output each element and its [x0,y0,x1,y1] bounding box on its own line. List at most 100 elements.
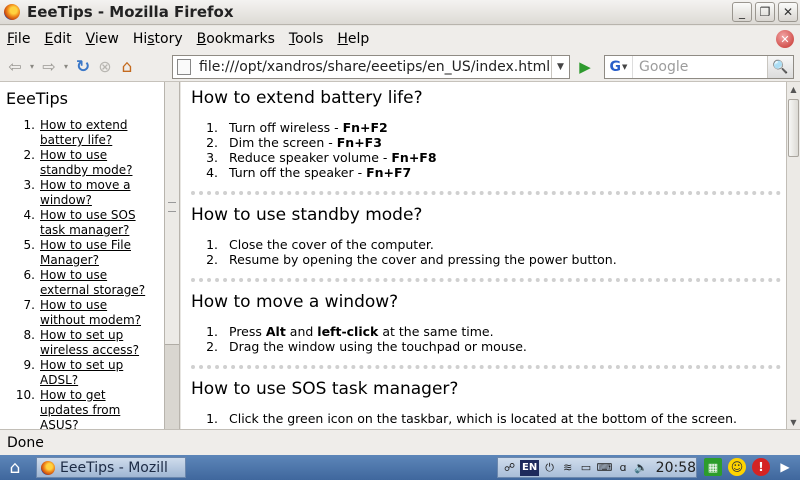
close-tab-icon[interactable]: ✕ [776,30,794,48]
back-history-dropdown[interactable]: ▾ [26,62,38,71]
shutdown-icon[interactable]: ! [752,458,770,476]
sidebar-item: 3. How to move a window? [0,178,164,208]
url-bar[interactable]: file:///opt/xandros/share/eeetips/en_US/… [172,55,570,79]
home-button[interactable]: ⌂ [116,56,138,78]
frame-splitter[interactable] [165,82,180,429]
google-icon: G [609,59,622,75]
menu-history[interactable]: History [126,31,190,47]
step-item: 3. Reduce speaker volume - Fn+F8 [206,150,437,165]
keyboard-icon[interactable]: ⌨ [596,460,612,476]
sidebar-link[interactable]: How to use external storage? [40,268,155,298]
page-icon [177,59,191,75]
maximize-button[interactable]: ❐ [755,2,775,22]
menu-help[interactable]: Help [330,31,376,47]
right-arrow-icon[interactable]: ▶ [776,458,794,476]
menu-file[interactable]: File [0,31,37,47]
firefox-logo-icon [41,460,55,475]
smiley-icon[interactable]: ☺ [728,458,746,476]
step-list: 1. Turn off wireless - Fn+F2 2. Dim the sc… [191,120,786,180]
search-bar[interactable]: G ▼ Google 🔍 [604,55,794,79]
power-plug-icon[interactable]: ⏻ [542,460,557,476]
window-title: EeeTips - Mozilla Firefox [27,3,234,21]
sidebar-link[interactable]: How to set up ADSL? [40,358,155,388]
sidebar-item: 5. How to use File Manager? [0,238,164,268]
menu-bookmarks[interactable]: Bookmarks [190,31,282,47]
sidebar-item: 4. How to use SOS task manager? [0,208,164,238]
search-input[interactable]: Google [639,59,688,75]
stop-button[interactable]: ⊗ [94,56,116,78]
status-bar: Done [0,429,800,455]
firefox-logo-icon [4,4,20,20]
close-button[interactable]: ✕ [778,2,798,22]
taskbar-firefox-item[interactable]: EeeTips - Mozill [36,457,186,478]
back-button[interactable]: ⇦ [4,56,26,78]
sidebar-item: 9. How to set up ADSL? [0,358,164,388]
battery-icon[interactable]: ▭ [578,460,593,476]
section-title: How to use SOS task manager? [191,379,459,399]
scroll-down-icon[interactable]: ▼ [787,415,800,429]
section-divider [191,191,781,196]
menu-edit[interactable]: Edit [37,31,78,47]
url-dropdown-button[interactable]: ▼ [551,56,569,78]
title-bar: EeeTips - Mozilla Firefox _ ❐ ✕ [0,0,800,25]
section-sos: How to use SOS task manager? 1. Click the… [181,379,786,426]
step-item: 1. Close the cover of the computer. [206,237,434,252]
reload-button[interactable]: ↻ [72,56,94,78]
forward-arrow-icon: ⇨ [42,57,56,76]
minimize-button[interactable]: _ [732,2,752,22]
network-icon[interactable]: ☍ [502,460,517,476]
status-text: Done [7,434,44,451]
home-start-button[interactable]: ⌂ [0,455,30,480]
wifi-icon[interactable]: ≋ [560,460,575,476]
clock[interactable]: 20:58 [656,460,696,476]
language-indicator[interactable]: EN [520,459,540,476]
sidebar-link[interactable]: How to extend battery life? [40,118,155,148]
go-button[interactable]: ▶ [576,58,594,76]
content-scrollbar[interactable]: ▲ ▼ [786,82,800,429]
sidebar-link[interactable]: How to use SOS task manager? [40,208,155,238]
sidebar-item: 7. How to use without modem? [0,298,164,328]
section-move-window: How to move a window? 1. Press Alt and le… [181,292,786,370]
menu-tools[interactable]: Tools [282,31,331,47]
step-item: 2. Dim the screen - Fn+F3 [206,135,382,150]
back-arrow-icon: ⇦ [8,57,22,76]
scroll-up-icon[interactable]: ▲ [787,82,800,96]
sidebar-scrollbar-thumb[interactable] [165,344,179,429]
reload-icon: ↻ [75,56,91,77]
taskbar: ⌂ EeeTips - Mozill ☍ EN ⏻ ≋ ▭ ⌨ ɑ 🔈 20:5… [0,455,800,480]
sidebar-title: EeeTips [6,89,69,108]
menu-view[interactable]: View [79,31,126,47]
sidebar-link[interactable]: How to use standby mode? [40,148,155,178]
sidebar-link[interactable]: How to use without modem? [40,298,155,328]
play-arrow-icon: ▶ [579,58,591,76]
search-button[interactable]: 🔍 [767,56,793,78]
scrollbar-thumb[interactable] [788,99,799,157]
step-list: 1. Close the cover of the computer. 2. Res… [191,237,786,267]
forward-history-dropdown[interactable]: ▾ [60,62,72,71]
sidebar-list: 1. How to extend battery life? 2. How to u… [0,118,164,429]
step-item: 2. Drag the window using the touchpad or … [206,339,527,354]
section-battery: How to extend battery life? 1. Turn off w… [181,88,786,196]
volume-icon[interactable]: 🔈 [634,460,649,476]
sidebar-item: 10. How to get updates from ASUS? [0,388,164,429]
section-title: How to move a window? [191,292,399,312]
chevron-down-icon: ▼ [557,62,564,72]
sos-task-manager-icon[interactable]: ▦ [704,458,722,476]
sidebar-link[interactable]: How to get updates from ASUS? [40,388,155,429]
sidebar-link[interactable]: How to move a window? [40,178,155,208]
sidebar-item: 2. How to use standby mode? [0,148,164,178]
sidebar-item: 6. How to use external storage? [0,268,164,298]
sidebar-link[interactable]: How to use File Manager? [40,238,155,268]
sidebar-item: 8. How to set up wireless access? [0,328,164,358]
sidebar-link[interactable]: How to set up wireless access? [40,328,155,358]
search-engine-selector[interactable]: G ▼ [605,56,633,78]
forward-button[interactable]: ⇨ [38,56,60,78]
magnifier-icon: 🔍 [772,59,789,75]
step-list: 1. Click the green icon on the taskbar, w… [191,411,786,426]
step-item: 1. Press Alt and left-click at the same t… [206,324,494,339]
step-item: 4. Turn off the speaker - Fn+F7 [206,165,412,180]
stop-icon: ⊗ [98,57,112,76]
font-icon[interactable]: ɑ [615,460,630,476]
splitter-grip-icon[interactable] [168,202,176,212]
system-tray: ☍ EN ⏻ ≋ ▭ ⌨ ɑ 🔈 20:58 [497,457,697,478]
